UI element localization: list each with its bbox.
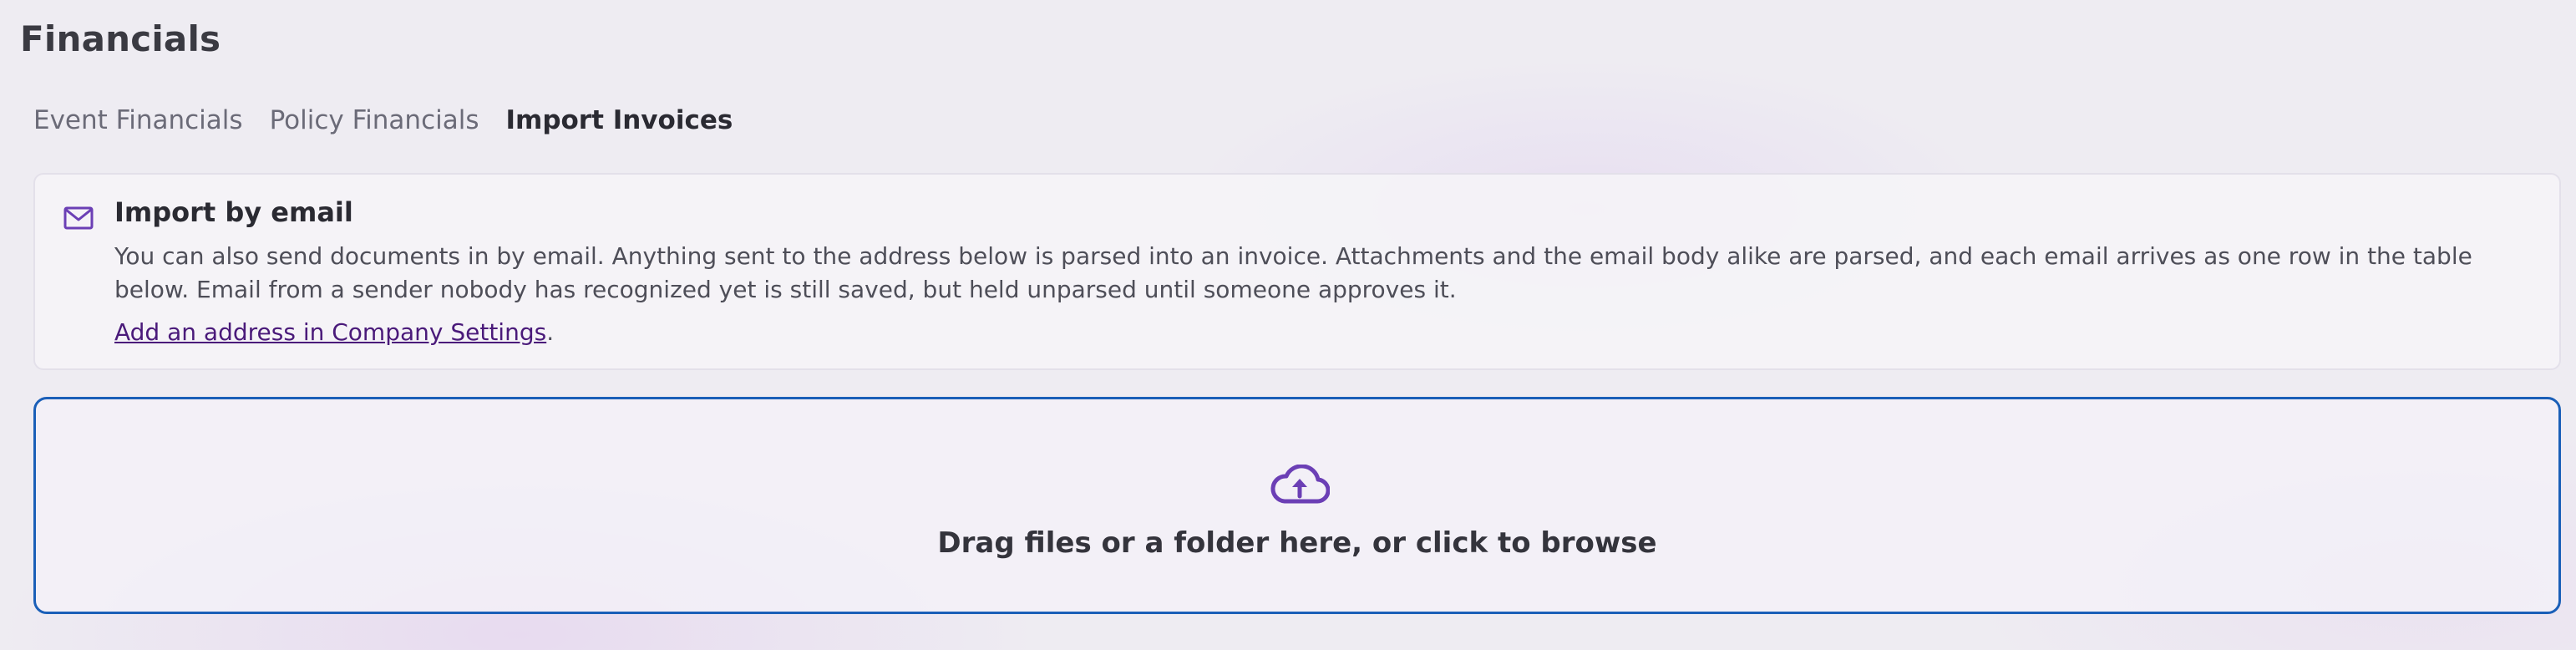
import-by-email-card: Import by email You can also send docume…: [33, 173, 2561, 370]
import-by-email-description: You can also send documents in by email.…: [114, 242, 2472, 303]
tab-event-financials[interactable]: Event Financials: [33, 100, 243, 140]
link-suffix: .: [546, 318, 555, 346]
company-settings-link-line: Add an address in Company Settings.: [114, 318, 554, 346]
dropzone-label: Drag files or a folder here, or click to…: [937, 526, 1657, 560]
financials-tabs: Event Financials Policy Financials Impor…: [33, 100, 759, 140]
cloud-upload-icon: [1270, 465, 1330, 504]
mail-icon: [63, 206, 94, 230]
tab-import-invoices[interactable]: Import Invoices: [505, 100, 733, 140]
tab-policy-financials[interactable]: Policy Financials: [270, 100, 479, 140]
file-dropzone[interactable]: Drag files or a folder here, or click to…: [33, 397, 2561, 614]
company-settings-link[interactable]: Add an address in Company Settings: [114, 318, 546, 346]
import-by-email-title: Import by email: [114, 196, 353, 228]
page-title: Financials: [20, 18, 221, 59]
